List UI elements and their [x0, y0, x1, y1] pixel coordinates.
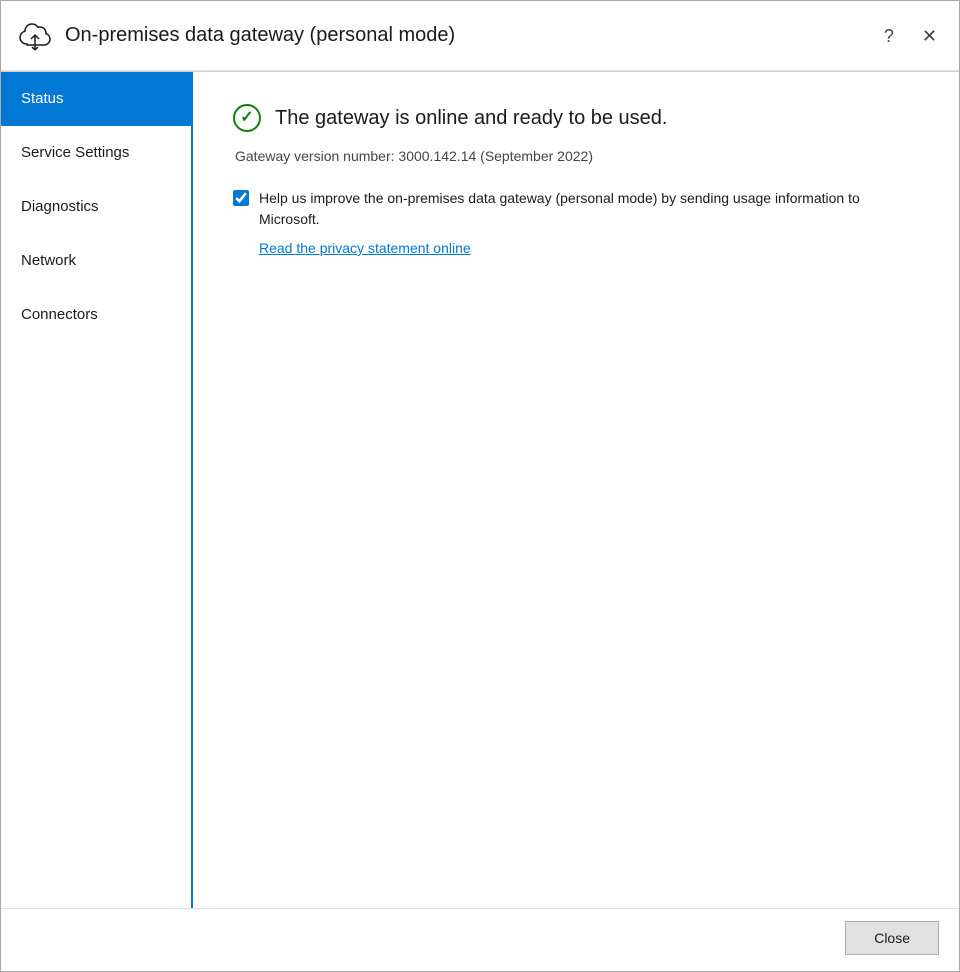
privacy-link[interactable]: Read the privacy statement online	[259, 240, 919, 256]
close-button[interactable]: Close	[845, 921, 939, 955]
telemetry-label: Help us improve the on-premises data gat…	[259, 188, 919, 230]
title-bar: On-premises data gateway (personal mode)…	[1, 1, 959, 71]
main-area: Status Service Settings Diagnostics Netw…	[1, 72, 959, 908]
status-row: ✓ The gateway is online and ready to be …	[233, 104, 919, 132]
telemetry-checkbox[interactable]	[233, 190, 249, 206]
sidebar-item-network[interactable]: Network	[1, 234, 191, 288]
sidebar: Status Service Settings Diagnostics Netw…	[1, 72, 193, 908]
sidebar-item-status[interactable]: Status	[1, 72, 191, 126]
window-title: On-premises data gateway (personal mode)	[65, 24, 878, 47]
help-button[interactable]: ?	[878, 23, 900, 49]
status-online-icon: ✓	[233, 104, 261, 132]
gateway-icon	[17, 18, 53, 54]
status-message: The gateway is online and ready to be us…	[275, 107, 667, 130]
footer: Close	[1, 908, 959, 971]
version-text: Gateway version number: 3000.142.14 (Sep…	[235, 148, 919, 164]
sidebar-item-diagnostics[interactable]: Diagnostics	[1, 180, 191, 234]
close-window-button[interactable]: ✕	[916, 23, 943, 49]
window-controls: ? ✕	[878, 23, 943, 49]
telemetry-checkbox-row: Help us improve the on-premises data gat…	[233, 188, 919, 230]
main-window: On-premises data gateway (personal mode)…	[0, 0, 960, 972]
sidebar-item-connectors[interactable]: Connectors	[1, 288, 191, 342]
sidebar-item-service-settings[interactable]: Service Settings	[1, 126, 191, 180]
content-area: ✓ The gateway is online and ready to be …	[193, 72, 959, 908]
